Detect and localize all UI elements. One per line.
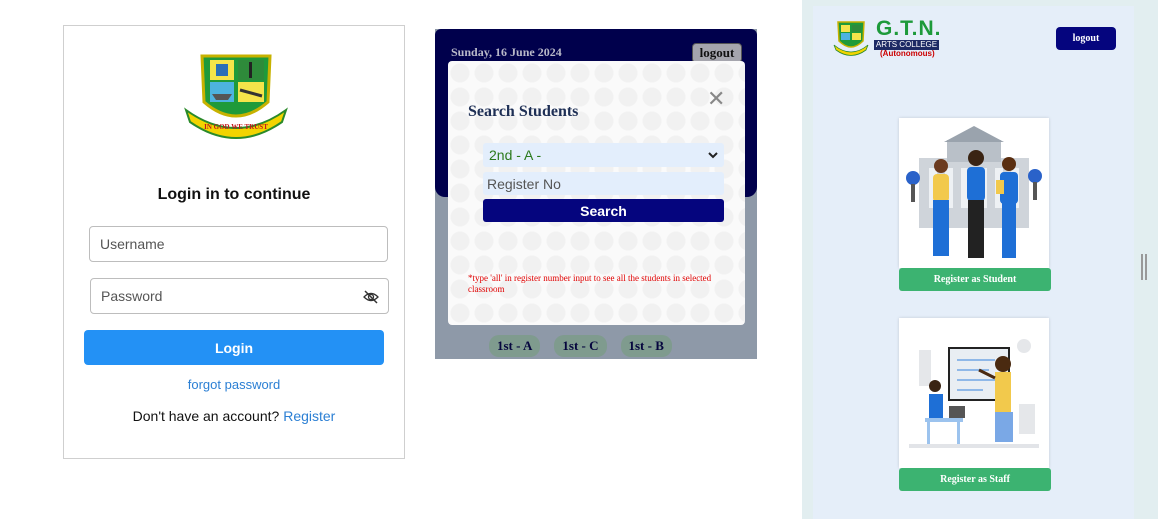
college-tag: (Autonomous) <box>880 49 935 58</box>
logout-button[interactable]: logout <box>692 43 742 63</box>
teacher-illustration <box>909 339 1039 448</box>
modal-title: Search Students <box>468 103 579 120</box>
class-select[interactable]: 2nd - A - <box>483 143 724 167</box>
login-button[interactable]: Login <box>84 330 384 365</box>
class-chip[interactable]: 1st - B <box>620 335 672 357</box>
college-logo-icon <box>833 21 869 56</box>
chevron-down-icon <box>708 152 718 159</box>
class-chip[interactable]: 1st - C <box>554 335 607 357</box>
search-hint-note: *type 'all' in register number input to … <box>468 273 712 294</box>
resize-handle-icon[interactable] <box>1141 254 1147 280</box>
college-crest-icon: IN GOD WE TRUST <box>184 54 288 139</box>
dashboard-logout-button[interactable]: logout <box>1056 27 1116 50</box>
close-icon[interactable]: ✕ <box>707 88 725 110</box>
register-link[interactable]: Register <box>283 408 335 424</box>
current-date: Sunday, 16 June 2024 <box>451 45 562 59</box>
svg-text:IN GOD WE TRUST: IN GOD WE TRUST <box>204 123 268 131</box>
username-input[interactable] <box>90 227 387 261</box>
class-select-value: 2nd - A - <box>489 147 542 163</box>
register-student-button[interactable]: Register as Student <box>899 268 1051 291</box>
forgot-password-link[interactable]: forgot password <box>64 377 404 392</box>
college-name: G.T.N. <box>876 17 942 40</box>
register-staff-button[interactable]: Register as Staff <box>899 468 1051 491</box>
no-account-text: Don't have an account? <box>132 408 280 424</box>
class-chip[interactable]: 1st - A <box>489 335 541 357</box>
students-illustration <box>906 126 1042 258</box>
login-title: Login in to continue <box>157 186 311 203</box>
staff-card[interactable] <box>899 318 1049 468</box>
register-prompt: Don't have an account? Register <box>64 408 404 424</box>
login-card: IN GOD WE TRUST Login in to continue Log… <box>63 25 405 459</box>
register-number-input[interactable] <box>483 172 724 195</box>
eye-off-icon[interactable] <box>363 289 379 305</box>
search-students-modal: Search Students ✕ 2nd - A - Search *type… <box>448 61 745 325</box>
student-card[interactable] <box>899 118 1049 268</box>
username-field[interactable] <box>89 226 388 262</box>
password-field[interactable] <box>90 278 389 314</box>
search-button[interactable]: Search <box>483 199 724 222</box>
password-input[interactable] <box>91 279 388 313</box>
class-chip-list: 1st - A 1st - C 1st - B <box>489 335 672 357</box>
